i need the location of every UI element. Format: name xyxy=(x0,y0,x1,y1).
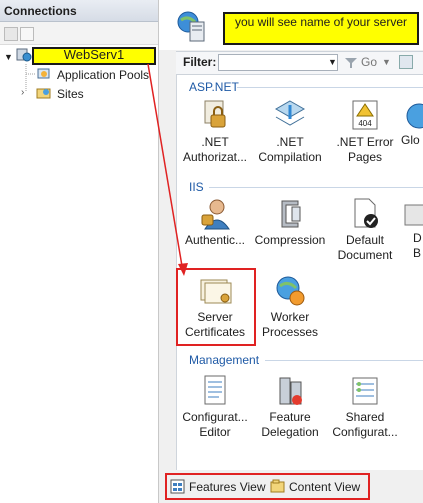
features-view-icon xyxy=(170,479,185,494)
annotation-arrow xyxy=(147,63,188,276)
features-view-label: Features View xyxy=(189,480,266,494)
content-view-label: Content View xyxy=(289,480,361,494)
content-view-icon xyxy=(270,479,285,493)
